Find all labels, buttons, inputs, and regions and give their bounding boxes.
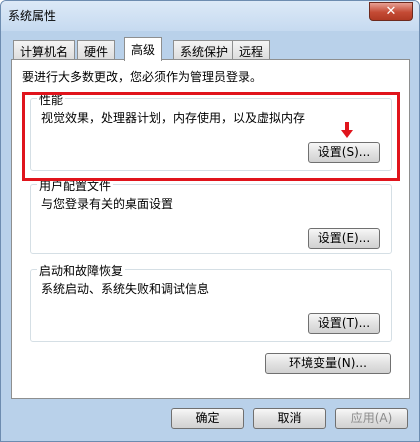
user-profiles-description: 与您登录有关的桌面设置 — [41, 197, 174, 211]
ok-button[interactable]: 确定 — [171, 408, 244, 429]
startup-recovery-settings-button[interactable]: 设置(T)... — [308, 313, 380, 334]
tab-system-protection[interactable]: 系统保护 — [173, 40, 236, 60]
cancel-button[interactable]: 取消 — [253, 408, 326, 429]
startup-recovery-title: 启动和故障恢复 — [37, 262, 126, 279]
system-properties-window: 系统属性 ✕ 计算机名 硬件 高级 系统保护 远程 要进行大多数更改，您必须作为… — [0, 0, 420, 442]
user-profiles-group: 用户配置文件 与您登录有关的桌面设置 设置(E)... — [30, 177, 392, 254]
window-title: 系统属性 — [8, 9, 57, 23]
arrow-down-icon — [341, 122, 353, 138]
tab-advanced[interactable]: 高级 — [124, 37, 163, 61]
title-bar[interactable]: 系统属性 ✕ — [1, 1, 419, 31]
startup-recovery-group: 启动和故障恢复 系统启动、系统失败和调试信息 设置(T)... — [30, 262, 392, 342]
startup-recovery-description: 系统启动、系统失败和调试信息 — [41, 282, 210, 296]
close-button[interactable]: ✕ — [369, 2, 413, 21]
tab-computer-name[interactable]: 计算机名 — [13, 40, 76, 60]
tab-remote[interactable]: 远程 — [232, 40, 271, 60]
environment-variables-button[interactable]: 环境变量(N)... — [265, 353, 391, 374]
admin-note: 要进行大多数更改，您必须作为管理员登录。 — [22, 70, 263, 84]
tab-hardware[interactable]: 硬件 — [77, 40, 116, 60]
user-profiles-settings-button[interactable]: 设置(E)... — [308, 228, 380, 249]
apply-button[interactable]: 应用(A) — [335, 408, 408, 429]
